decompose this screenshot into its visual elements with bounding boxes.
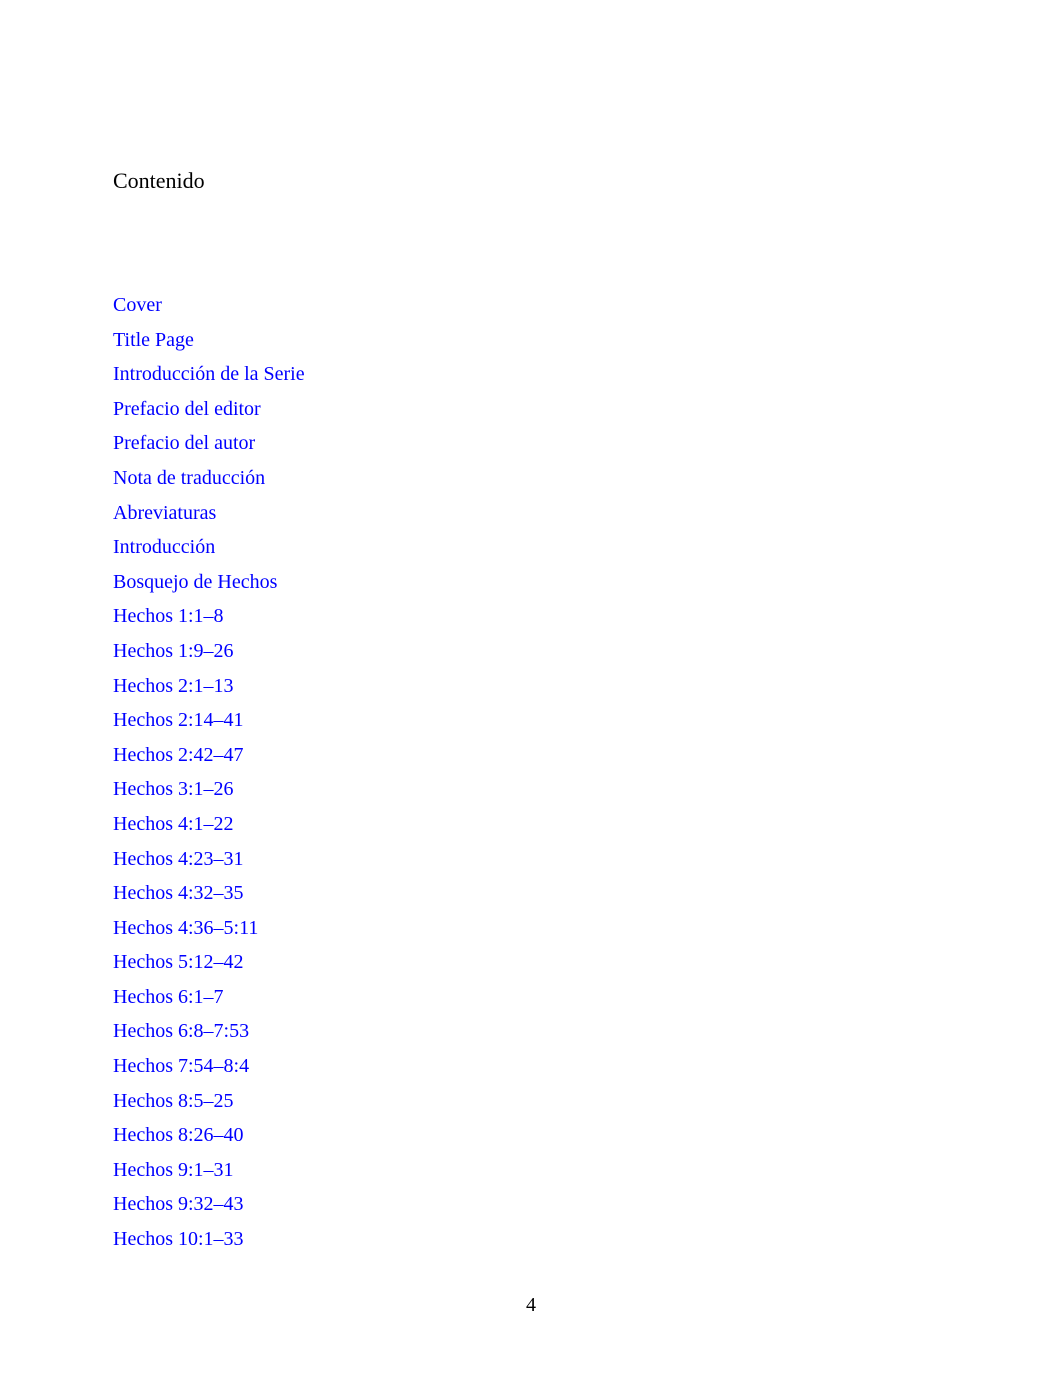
page-title: Contenido <box>113 168 205 193</box>
toc-link[interactable]: Hechos 10:1–33 <box>113 1228 244 1250</box>
toc-link[interactable]: Hechos 1:1–8 <box>113 605 224 627</box>
toc-entry: Hechos 2:14–41 <box>113 703 633 738</box>
toc-entry: Hechos 4:1–22 <box>113 807 633 842</box>
toc-entry: Hechos 5:12–42 <box>113 945 633 980</box>
toc-link[interactable]: Nota de traducción <box>113 467 265 489</box>
toc-link[interactable]: Hechos 3:1–26 <box>113 778 234 800</box>
toc-link[interactable]: Hechos 5:12–42 <box>113 951 244 973</box>
toc-link[interactable]: Hechos 2:14–41 <box>113 709 244 731</box>
toc-entry: Bosquejo de Hechos <box>113 565 633 600</box>
toc-entry: Hechos 7:54–8:4 <box>113 1049 633 1084</box>
toc-link[interactable]: Hechos 4:32–35 <box>113 882 244 904</box>
toc-entry: Introducción de la Serie <box>113 357 633 392</box>
toc-link[interactable]: Introducción de la Serie <box>113 363 305 385</box>
toc-link[interactable]: Hechos 1:9–26 <box>113 640 234 662</box>
toc-entry: Hechos 10:1–33 <box>113 1222 633 1257</box>
toc-entry: Hechos 6:8–7:53 <box>113 1014 633 1049</box>
toc-entry: Hechos 1:9–26 <box>113 634 633 669</box>
toc-link[interactable]: Hechos 6:8–7:53 <box>113 1020 249 1042</box>
toc-link[interactable]: Prefacio del autor <box>113 432 255 454</box>
toc-entry: Hechos 9:32–43 <box>113 1187 633 1222</box>
toc-entry: Prefacio del autor <box>113 426 633 461</box>
toc-entry: Hechos 8:5–25 <box>113 1084 633 1119</box>
toc-entry: Hechos 2:1–13 <box>113 669 633 704</box>
toc-link[interactable]: Hechos 2:42–47 <box>113 744 244 766</box>
toc-entry: Cover <box>113 288 633 323</box>
toc-link[interactable]: Introducción <box>113 536 215 558</box>
toc-entry: Hechos 4:32–35 <box>113 876 633 911</box>
page-number: 4 <box>526 1294 536 1316</box>
document-page: Contenido Cover Title Page Introducción de… <box>0 0 1062 1376</box>
toc-link[interactable]: Bosquejo de Hechos <box>113 571 277 593</box>
toc-entry: Abreviaturas <box>113 496 633 531</box>
toc-entry: Hechos 9:1–31 <box>113 1153 633 1188</box>
toc-link[interactable]: Title Page <box>113 329 194 351</box>
toc-entry: Hechos 2:42–47 <box>113 738 633 773</box>
toc-link[interactable]: Hechos 4:23–31 <box>113 848 244 870</box>
toc-entry: Hechos 6:1–7 <box>113 980 633 1015</box>
toc-link[interactable]: Hechos 4:1–22 <box>113 813 234 835</box>
toc-entry: Nota de traducción <box>113 461 633 496</box>
toc-link[interactable]: Cover <box>113 294 162 316</box>
toc-link[interactable]: Hechos 2:1–13 <box>113 675 234 697</box>
toc-link[interactable]: Prefacio del editor <box>113 398 261 420</box>
toc-entry: Hechos 3:1–26 <box>113 772 633 807</box>
toc-entry: Hechos 4:36–5:11 <box>113 911 633 946</box>
toc-link[interactable]: Hechos 8:5–25 <box>113 1090 234 1112</box>
table-of-contents-list: Cover Title Page Introducción de la Serie P… <box>113 288 633 1257</box>
toc-link[interactable]: Hechos 9:1–31 <box>113 1159 234 1181</box>
toc-entry: Hechos 8:26–40 <box>113 1118 633 1153</box>
toc-link[interactable]: Hechos 6:1–7 <box>113 986 224 1008</box>
toc-entry: Hechos 4:23–31 <box>113 842 633 877</box>
toc-link[interactable]: Abreviaturas <box>113 502 216 524</box>
toc-link[interactable]: Hechos 4:36–5:11 <box>113 917 258 939</box>
toc-link[interactable]: Hechos 8:26–40 <box>113 1124 244 1146</box>
toc-entry: Introducción <box>113 530 633 565</box>
toc-entry: Title Page <box>113 323 633 358</box>
toc-entry: Hechos 1:1–8 <box>113 599 633 634</box>
toc-link[interactable]: Hechos 9:32–43 <box>113 1193 244 1215</box>
toc-entry: Prefacio del editor <box>113 392 633 427</box>
toc-link[interactable]: Hechos 7:54–8:4 <box>113 1055 249 1077</box>
